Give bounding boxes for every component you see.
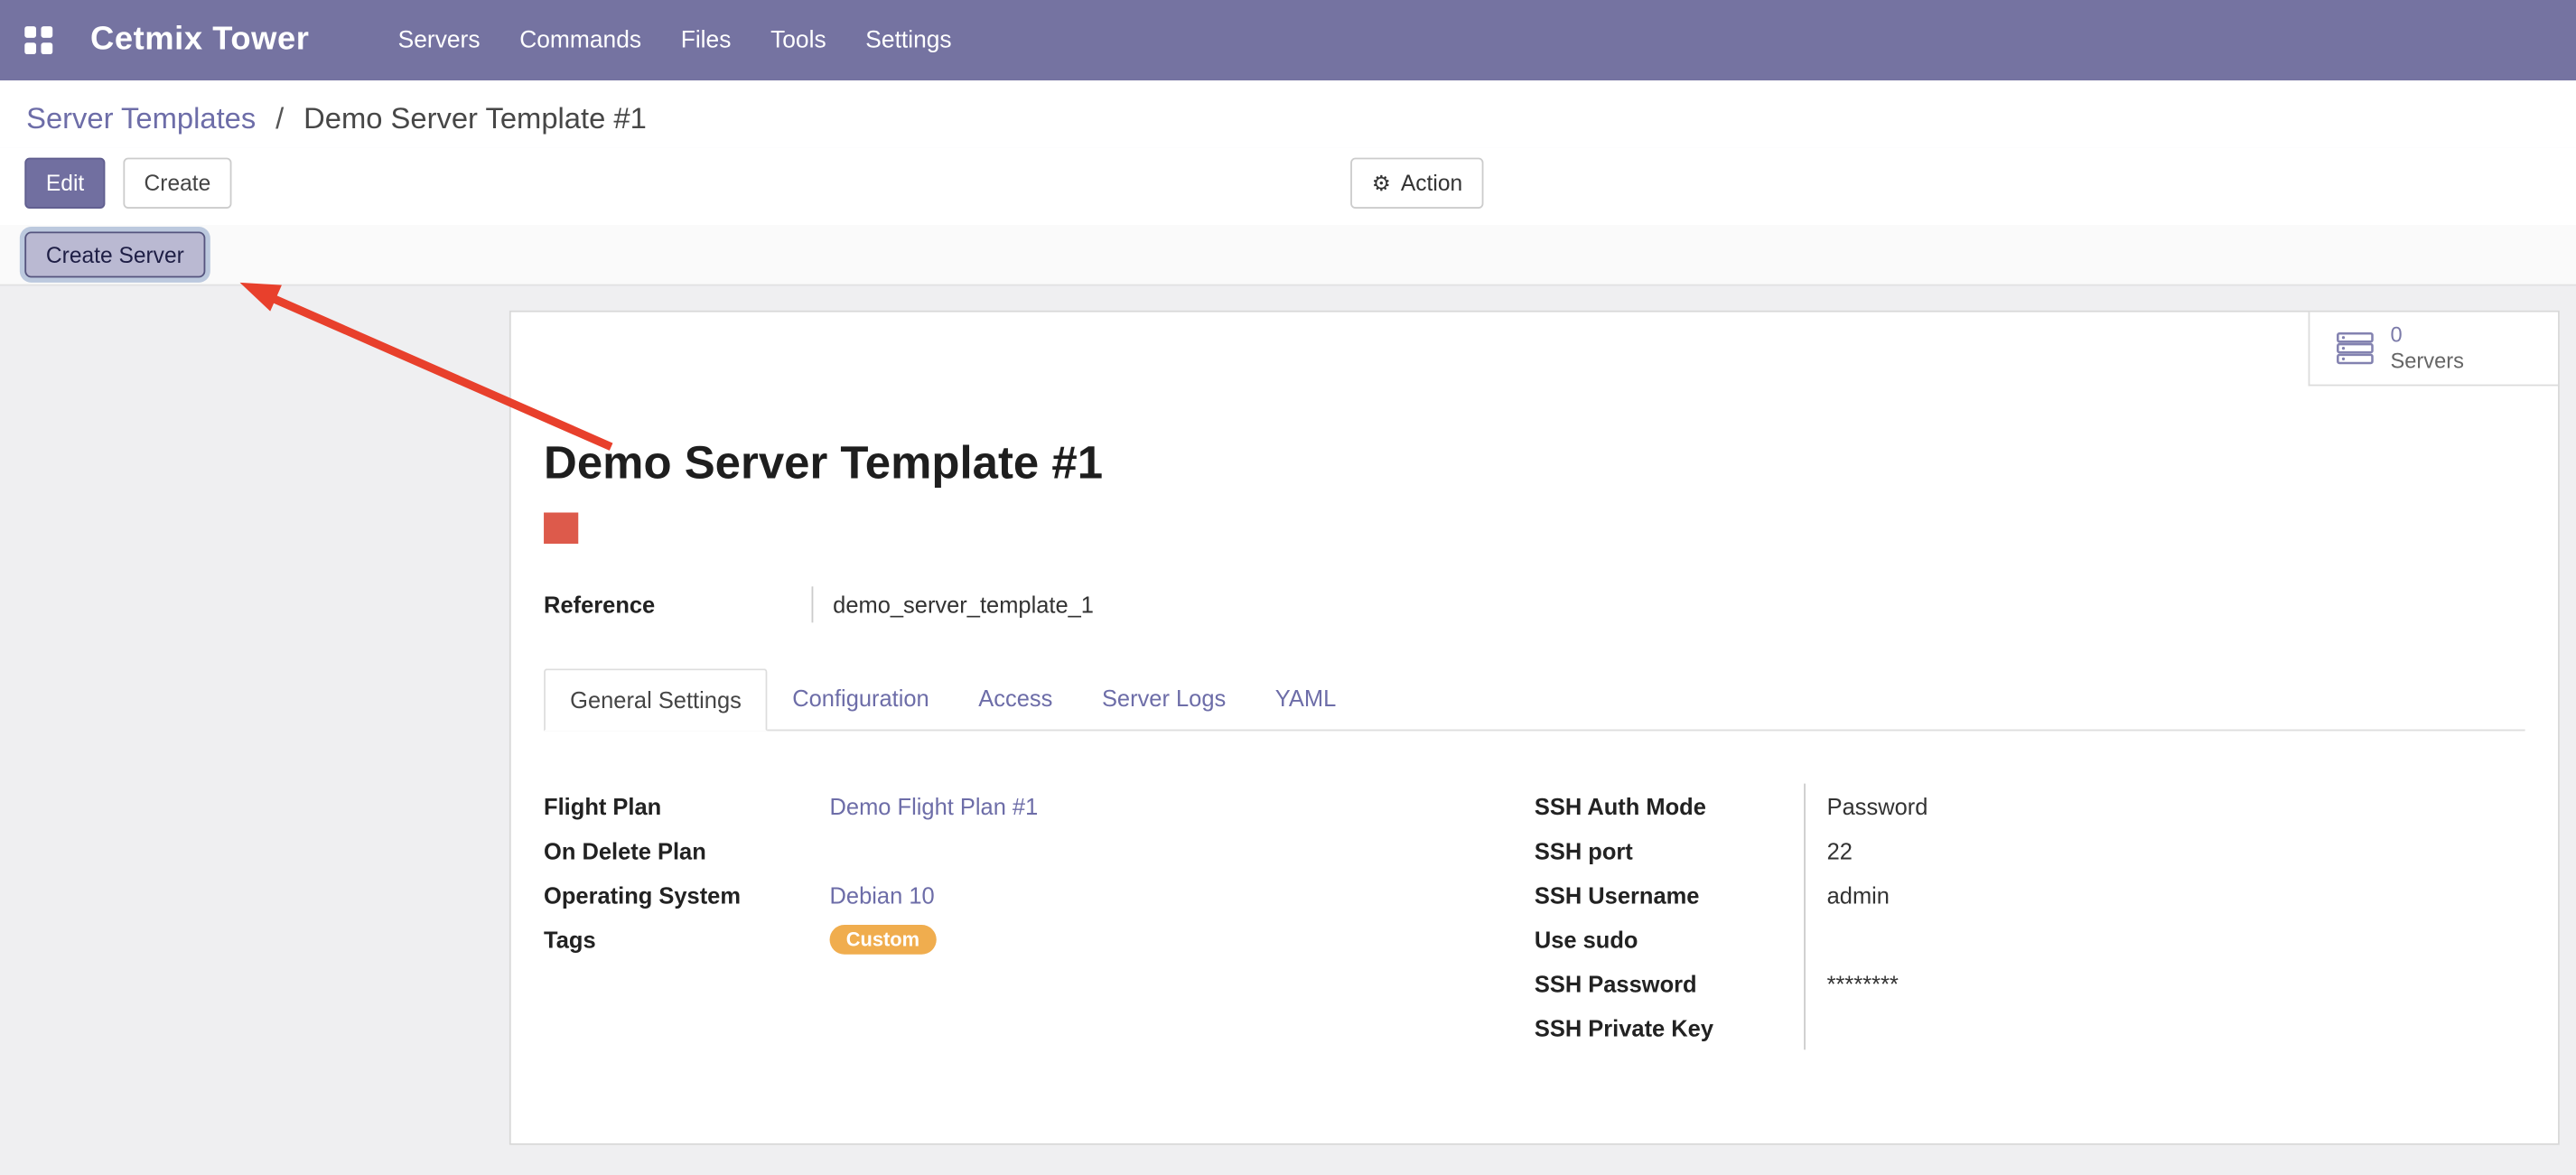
tag-badge: Custom bbox=[830, 924, 937, 954]
field-label-operating-system: Operating System bbox=[544, 872, 829, 917]
field-groups: Flight Plan On Delete Plan Operating Sys… bbox=[544, 784, 2525, 1050]
edit-button[interactable]: Edit bbox=[24, 158, 106, 209]
tab-access[interactable]: Access bbox=[954, 668, 1078, 729]
tab-server-logs[interactable]: Server Logs bbox=[1078, 668, 1251, 729]
tab-configuration[interactable]: Configuration bbox=[768, 668, 954, 729]
menu-item-commands[interactable]: Commands bbox=[499, 1, 661, 79]
content-area: 0 Servers Demo Server Template #1 Refere… bbox=[0, 285, 2576, 1174]
control-panel: Edit Create ⚙ Action bbox=[0, 148, 2576, 225]
record-title: Demo Server Template #1 bbox=[544, 437, 2558, 490]
action-button-label: Action bbox=[1401, 171, 1462, 195]
reference-field: Reference demo_server_template_1 bbox=[544, 586, 2558, 622]
tab-yaml[interactable]: YAML bbox=[1251, 668, 1361, 729]
servers-stat-text: 0 Servers bbox=[2390, 322, 2463, 375]
servers-stat-value: 0 bbox=[2390, 322, 2463, 349]
menu-item-servers[interactable]: Servers bbox=[378, 1, 500, 79]
field-value-ssh-password: ******** bbox=[1827, 961, 1928, 1005]
menu-item-tools[interactable]: Tools bbox=[751, 1, 845, 79]
breadcrumb-current: Demo Server Template #1 bbox=[303, 102, 647, 135]
servers-stat-label: Servers bbox=[2390, 349, 2463, 376]
servers-stack-icon bbox=[2336, 331, 2375, 364]
reference-label: Reference bbox=[544, 592, 811, 618]
field-value-tags: Custom bbox=[830, 917, 1039, 961]
breadcrumb-parent-link[interactable]: Server Templates bbox=[26, 102, 256, 135]
field-label-ssh-private-key: SSH Private Key bbox=[1535, 1005, 1804, 1049]
field-value-ssh-private-key bbox=[1827, 1005, 1928, 1049]
menu-item-settings[interactable]: Settings bbox=[845, 1, 971, 79]
tab-general-settings[interactable]: General Settings bbox=[544, 668, 768, 731]
field-label-ssh-auth-mode: SSH Auth Mode bbox=[1535, 784, 1804, 828]
field-value-operating-system[interactable]: Debian 10 bbox=[830, 872, 1039, 917]
action-button[interactable]: ⚙ Action bbox=[1350, 158, 1484, 209]
breadcrumb: Server Templates / Demo Server Template … bbox=[0, 80, 2576, 148]
left-field-group: Flight Plan On Delete Plan Operating Sys… bbox=[544, 784, 1535, 1050]
field-value-ssh-auth-mode: Password bbox=[1827, 784, 1928, 828]
color-swatch bbox=[544, 512, 578, 544]
create-button[interactable]: Create bbox=[123, 158, 232, 209]
apps-grid-icon[interactable] bbox=[24, 26, 52, 54]
form-sheet: 0 Servers Demo Server Template #1 Refere… bbox=[509, 311, 2560, 1145]
field-label-tags: Tags bbox=[544, 917, 829, 961]
field-value-on-delete-plan bbox=[830, 828, 1039, 872]
field-label-flight-plan: Flight Plan bbox=[544, 784, 829, 828]
notebook-tabs: General Settings Configuration Access Se… bbox=[544, 668, 2525, 731]
servers-stat-button[interactable]: 0 Servers bbox=[2309, 312, 2558, 387]
right-field-group: SSH Auth Mode SSH port SSH Username Use … bbox=[1535, 784, 2525, 1050]
field-label-ssh-username: SSH Username bbox=[1535, 872, 1804, 917]
create-server-button[interactable]: Create Server bbox=[24, 231, 205, 277]
brand-title[interactable]: Cetmix Tower bbox=[90, 22, 309, 60]
gear-icon: ⚙ bbox=[1372, 170, 1391, 196]
field-label-on-delete-plan: On Delete Plan bbox=[544, 828, 829, 872]
breadcrumb-separator: / bbox=[275, 102, 284, 135]
field-value-use-sudo bbox=[1827, 917, 1928, 961]
field-value-ssh-username: admin bbox=[1827, 872, 1928, 917]
header-button-band: Create Server bbox=[0, 225, 2576, 285]
main-menu: Servers Commands Files Tools Settings bbox=[378, 1, 972, 79]
field-label-use-sudo: Use sudo bbox=[1535, 917, 1804, 961]
field-value-ssh-port: 22 bbox=[1827, 828, 1928, 872]
field-label-ssh-password: SSH Password bbox=[1535, 961, 1804, 1005]
menu-item-files[interactable]: Files bbox=[661, 1, 751, 79]
top-navbar: Cetmix Tower Servers Commands Files Tool… bbox=[0, 0, 2576, 80]
page: Cetmix Tower Servers Commands Files Tool… bbox=[0, 0, 2576, 1175]
field-label-ssh-port: SSH port bbox=[1535, 828, 1804, 872]
field-value-flight-plan[interactable]: Demo Flight Plan #1 bbox=[830, 784, 1039, 828]
reference-value: demo_server_template_1 bbox=[812, 586, 1094, 622]
